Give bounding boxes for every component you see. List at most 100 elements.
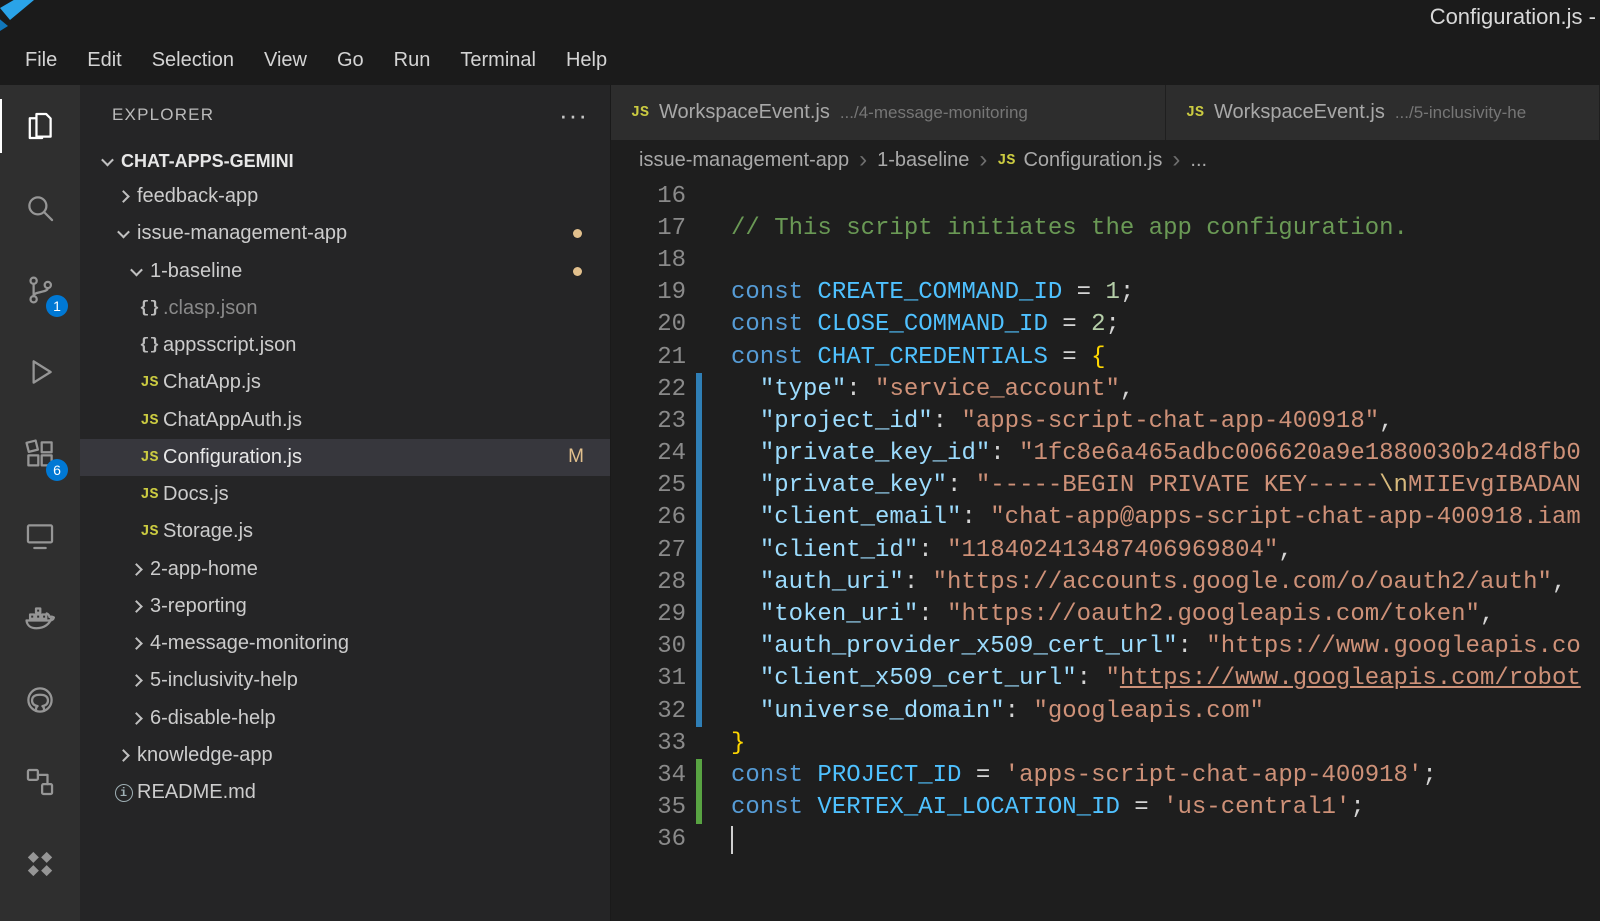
line-number: 36 — [611, 826, 686, 853]
menu-go[interactable]: Go — [322, 43, 379, 78]
code-line-18[interactable]: 18 — [611, 244, 1600, 276]
tab-workspaceevent-js-0[interactable]: JSWorkspaceEvent.js.../4-message-monitor… — [611, 85, 1166, 140]
file-tree: feedback-app issue-management-app 1-baseli… — [80, 178, 610, 811]
code-line-28[interactable]: 28 "auth_uri": "https://accounts.google.… — [611, 566, 1600, 598]
workspace-section-header[interactable]: CHAT-APPS-GEMINI — [80, 144, 610, 178]
activity-remote-explorer[interactable] — [0, 495, 80, 577]
breadcrumb-item-issue-management-app[interactable]: issue-management-app — [639, 149, 849, 172]
line-number: 28 — [611, 569, 686, 596]
tree-item-chatapp-js[interactable]: JSChatApp.js — [80, 364, 610, 401]
activity-badge: 6 — [46, 459, 68, 481]
tree-item-feedback-app[interactable]: feedback-app — [80, 178, 610, 215]
tree-item-appsscript-json[interactable]: {}appsscript.json — [80, 327, 610, 364]
activity-github[interactable] — [0, 659, 80, 741]
tree-item-readme-md[interactable]: iREADME.md — [80, 774, 610, 811]
activity-search[interactable] — [0, 167, 80, 249]
activity-extensions[interactable]: 6 — [0, 413, 80, 495]
line-number: 30 — [611, 633, 686, 660]
menu-edit[interactable]: Edit — [72, 43, 136, 78]
editor-area: JSWorkspaceEvent.js.../4-message-monitor… — [610, 85, 1600, 921]
chevron-right-icon — [130, 712, 143, 725]
code-line-17[interactable]: 17// This script initiates the app confi… — [611, 212, 1600, 244]
activity-connections[interactable] — [0, 741, 80, 823]
code-line-29[interactable]: 29 "token_uri": "https://oauth2.googleap… — [611, 598, 1600, 630]
line-number: 27 — [611, 537, 686, 564]
tree-item-label: Docs.js — [163, 483, 229, 506]
tab-bar: JSWorkspaceEvent.js.../4-message-monitor… — [611, 85, 1600, 140]
tree-item-label: knowledge-app — [137, 744, 273, 767]
code-line-25[interactable]: 25 "private_key": "-----BEGIN PRIVATE KE… — [611, 470, 1600, 502]
tree-item-storage-js[interactable]: JSStorage.js — [80, 513, 610, 550]
tab-workspaceevent-js-1[interactable]: JSWorkspaceEvent.js.../5-inclusivity-he — [1166, 85, 1600, 140]
code-line-35[interactable]: 35const VERTEX_AI_LOCATION_ID = 'us-cent… — [611, 792, 1600, 824]
breadcrumb-item-configuration-js[interactable]: JSConfiguration.js — [997, 149, 1162, 172]
code-line-32[interactable]: 32 "universe_domain": "googleapis.com" — [611, 695, 1600, 727]
activity-source-control[interactable]: 1 — [0, 249, 80, 331]
json-file-icon: {} — [139, 336, 159, 355]
tree-item-label: Configuration.js — [163, 446, 302, 469]
code-text: const CHAT_CREDENTIALS = { — [702, 344, 1105, 371]
code-line-22[interactable]: 22 "type": "service_account", — [611, 373, 1600, 405]
explorer-sidebar: EXPLORER ··· CHAT-APPS-GEMINI feedback-a… — [80, 85, 610, 921]
code-line-30[interactable]: 30 "auth_provider_x509_cert_url": "https… — [611, 631, 1600, 663]
breadcrumb-item--[interactable]: ... — [1190, 149, 1207, 172]
menu-selection[interactable]: Selection — [137, 43, 249, 78]
breadcrumb-item-1-baseline[interactable]: 1-baseline — [877, 149, 969, 172]
code-line-27[interactable]: 27 "client_id": "118402413487406969804", — [611, 534, 1600, 566]
tree-item-label: feedback-app — [137, 185, 258, 208]
search-icon — [23, 191, 57, 225]
tree-item--clasp-json[interactable]: {}.clasp.json — [80, 290, 610, 327]
tree-item-configuration-js[interactable]: JS Configuration.js M — [80, 439, 610, 476]
code-line-19[interactable]: 19const CREATE_COMMAND_ID = 1; — [611, 277, 1600, 309]
code-line-23[interactable]: 23 "project_id": "apps-script-chat-app-4… — [611, 405, 1600, 437]
title-bar: Configuration.js - — [0, 0, 1600, 36]
tree-item-label: 1-baseline — [150, 260, 242, 283]
tree-item-2-app-home[interactable]: 2-app-home — [80, 551, 610, 588]
code-text: "client_id": "118402413487406969804", — [702, 537, 1293, 564]
activity-docker[interactable] — [0, 577, 80, 659]
code-line-20[interactable]: 20const CLOSE_COMMAND_ID = 2; — [611, 309, 1600, 341]
breadcrumb: issue-management-app›1-baseline›JSConfig… — [611, 140, 1600, 180]
menu-file[interactable]: File — [10, 43, 72, 78]
line-number: 24 — [611, 440, 686, 467]
line-number: 25 — [611, 472, 686, 499]
tree-item-chatappauth-js[interactable]: JSChatAppAuth.js — [80, 402, 610, 439]
js-file-icon: JS — [997, 152, 1015, 169]
modified-dot-indicator — [573, 229, 582, 238]
git-modified-badge: M — [568, 446, 584, 468]
activity-run-and-debug[interactable] — [0, 331, 80, 413]
code-text: "type": "service_account", — [702, 376, 1134, 403]
code-line-26[interactable]: 26 "client_email": "chat-app@apps-script… — [611, 502, 1600, 534]
menu-terminal[interactable]: Terminal — [445, 43, 551, 78]
tree-item-docs-js[interactable]: JS Docs.js — [80, 476, 610, 513]
menu-help[interactable]: Help — [551, 43, 622, 78]
code-line-16[interactable]: 16 — [611, 180, 1600, 212]
breadcrumb-label: ... — [1190, 149, 1207, 172]
code-editor[interactable]: 1617// This script initiates the app con… — [611, 180, 1600, 921]
code-text: const VERTEX_AI_LOCATION_ID = 'us-centra… — [702, 794, 1365, 821]
activity-explorer[interactable] — [0, 85, 80, 167]
tree-item-4-message-monitoring[interactable]: 4-message-monitoring — [80, 625, 610, 662]
code-line-36[interactable]: 36 — [611, 824, 1600, 856]
js-file-icon: JS — [140, 486, 158, 503]
code-line-33[interactable]: 33} — [611, 727, 1600, 759]
menu-view[interactable]: View — [249, 43, 322, 78]
menu-run[interactable]: Run — [379, 43, 446, 78]
tree-item-3-reporting[interactable]: 3-reporting — [80, 588, 610, 625]
activity-gemini-code-assist[interactable] — [0, 823, 80, 905]
code-line-31[interactable]: 31 "client_x509_cert_url": "https://www.… — [611, 663, 1600, 695]
tree-item-1-baseline[interactable]: 1-baseline — [80, 253, 610, 290]
tree-item-5-inclusivity-help[interactable]: 5-inclusivity-help — [80, 662, 610, 699]
tree-item-knowledge-app[interactable]: knowledge-app — [80, 737, 610, 774]
tree-item-6-disable-help[interactable]: 6-disable-help — [80, 700, 610, 737]
code-text: "project_id": "apps-script-chat-app-4009… — [702, 408, 1394, 435]
line-number: 16 — [611, 183, 686, 210]
code-line-21[interactable]: 21const CHAT_CREDENTIALS = { — [611, 341, 1600, 373]
more-actions-icon[interactable]: ··· — [559, 110, 588, 120]
breadcrumb-label: 1-baseline — [877, 149, 969, 172]
js-file-icon: JS — [140, 449, 158, 466]
code-line-24[interactable]: 24 "private_key_id": "1fc8e6a465adbc0066… — [611, 438, 1600, 470]
code-line-34[interactable]: 34const PROJECT_ID = 'apps-script-chat-a… — [611, 759, 1600, 791]
tree-item-issue-management-app[interactable]: issue-management-app — [80, 215, 610, 252]
menu-bar: FileEditSelectionViewGoRunTerminalHelp — [0, 36, 1600, 85]
